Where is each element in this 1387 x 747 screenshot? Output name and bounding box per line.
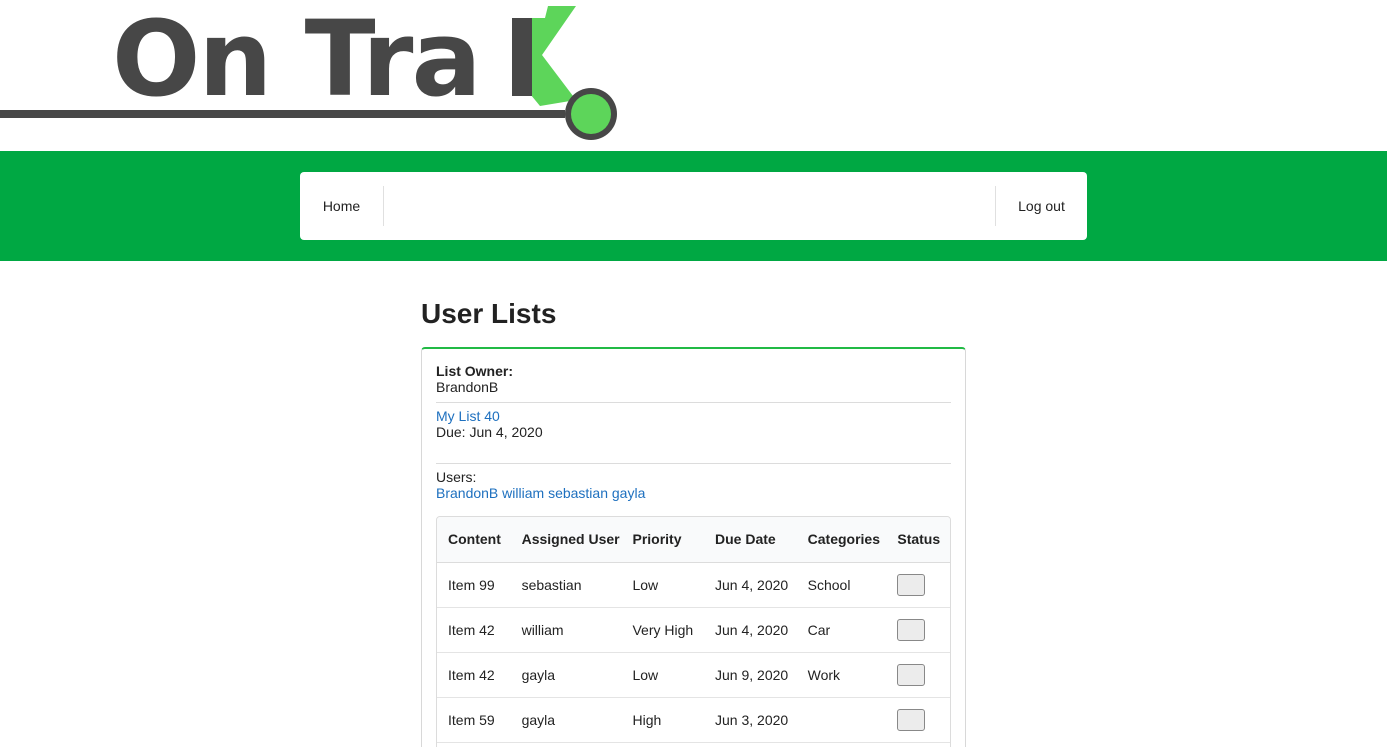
- cell-category: School: [796, 562, 887, 608]
- cell-assigned-user: william: [510, 607, 622, 653]
- on-trak-logo: On Tra: [0, 0, 617, 140]
- cell-status: [886, 652, 950, 698]
- cell-status: [886, 607, 950, 653]
- table-row: Item 59 gayla High Jun 3, 2020: [437, 697, 950, 743]
- cell-priority: Low: [621, 562, 705, 608]
- cell-content: Item 99: [437, 562, 511, 608]
- cell-category: Car: [796, 607, 887, 653]
- cell-assigned-user: gayla: [510, 697, 622, 743]
- cell-priority: Very High: [621, 607, 705, 653]
- cell-priority: High: [621, 697, 705, 743]
- status-checkbox[interactable]: [897, 573, 926, 596]
- items-table: Content Assigned User Priority Due Date …: [436, 516, 951, 747]
- cell-due-date: Jun 4, 2020: [704, 607, 797, 653]
- list-name-link[interactable]: My List 40: [436, 408, 500, 424]
- status-checkbox[interactable]: [897, 708, 926, 731]
- column-header-due-date[interactable]: Due Date: [704, 517, 797, 563]
- column-header-categories[interactable]: Categories: [796, 517, 887, 563]
- svg-text:On Tra: On Tra: [112, 0, 480, 120]
- cell-due-date: Jun 9, 2020: [704, 652, 797, 698]
- status-checkbox[interactable]: [897, 663, 926, 686]
- list-owner-value: BrandonB: [436, 379, 499, 395]
- cell-content: Item 59: [437, 697, 511, 743]
- cell-due-date: Jun 3, 2020: [704, 697, 797, 743]
- user-link[interactable]: sebastian: [548, 485, 608, 501]
- column-header-assigned-user[interactable]: Assigned User: [510, 517, 622, 563]
- cell-due-date: Jun 4, 2020: [704, 562, 797, 608]
- status-checkbox[interactable]: [897, 618, 926, 641]
- list-owner-label: List Owner:: [436, 363, 514, 379]
- table-row: Item 42 william Very High Jun 4, 2020 Ca…: [437, 607, 950, 653]
- list-due-date: Due: Jun 4, 2020: [436, 424, 543, 440]
- cell-status: [886, 697, 950, 743]
- table-header-row: Content Assigned User Priority Due Date …: [437, 517, 950, 563]
- divider: [436, 463, 951, 464]
- table-row: Item 42 gayla Low Jun 9, 2020 Work: [437, 652, 950, 698]
- column-header-status[interactable]: Status: [886, 517, 950, 563]
- user-list-card: List Owner: BrandonB My List 40 Due: Jun…: [421, 347, 966, 747]
- top-navbar: Home Log out: [300, 172, 1087, 240]
- table-row: Item 99 sebastian Low Jun 4, 2020 School: [437, 562, 950, 608]
- nav-home-link[interactable]: Home: [300, 186, 384, 226]
- cell-content: Item 42: [437, 652, 511, 698]
- user-link[interactable]: BrandonB: [436, 485, 498, 501]
- users-label: Users:: [436, 469, 477, 485]
- nav-logout-link[interactable]: Log out: [995, 186, 1087, 226]
- users-list: BrandonB william sebastian gayla: [436, 485, 645, 501]
- cell-priority: Low: [621, 652, 705, 698]
- column-header-content[interactable]: Content: [437, 517, 511, 563]
- divider: [436, 402, 951, 403]
- cell-category: Work: [796, 652, 887, 698]
- cell-status: [886, 562, 950, 608]
- cell-content: Item 42: [437, 607, 511, 653]
- logo-header: On Tra: [0, 0, 1387, 151]
- user-link[interactable]: william: [502, 485, 544, 501]
- user-link[interactable]: gayla: [612, 485, 645, 501]
- cell-category: [796, 697, 887, 743]
- column-header-priority[interactable]: Priority: [621, 517, 705, 563]
- cell-assigned-user: gayla: [510, 652, 622, 698]
- page-title: User Lists: [421, 298, 557, 329]
- cell-assigned-user: sebastian: [510, 562, 622, 608]
